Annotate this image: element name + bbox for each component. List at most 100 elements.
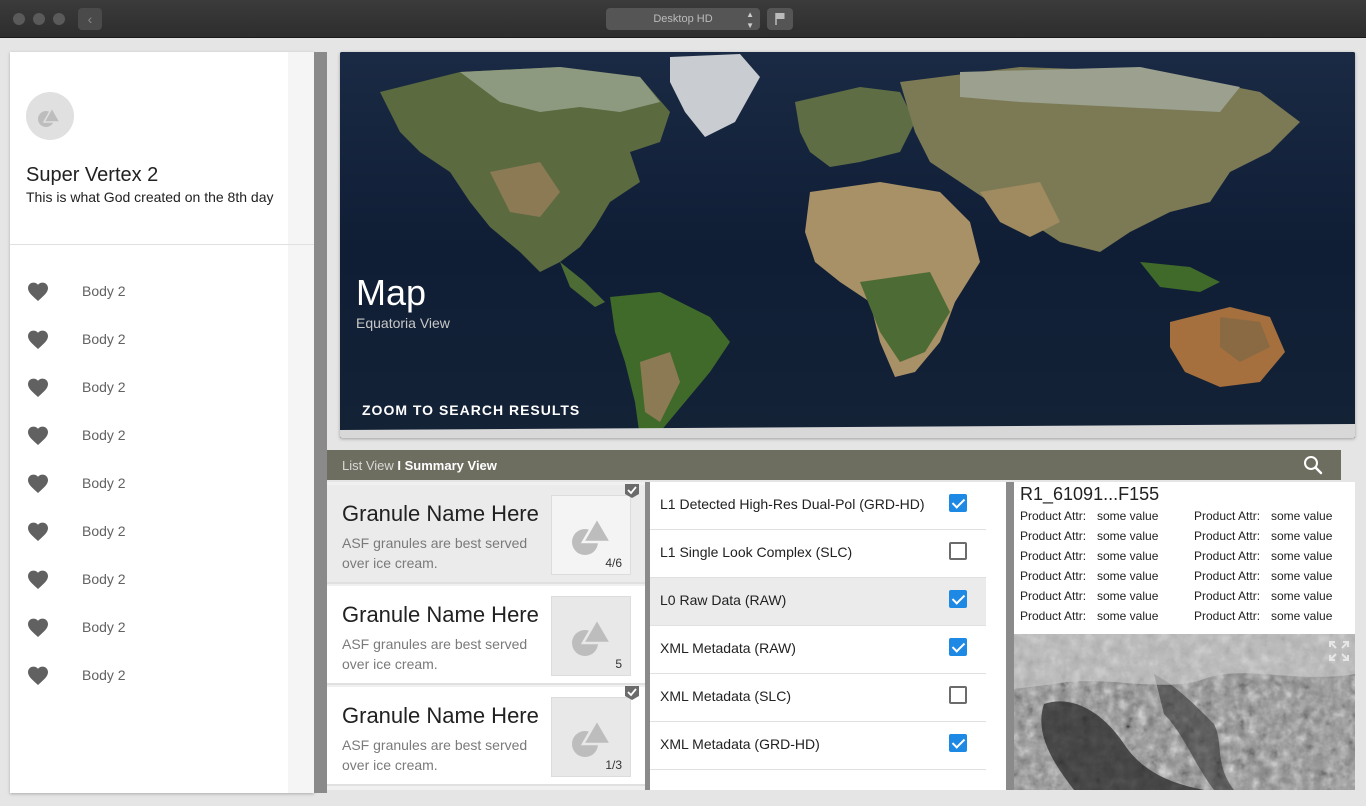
product-attr-value: some value	[1097, 589, 1159, 603]
product-checkbox[interactable]	[949, 638, 967, 656]
drawer-item-label: Body 2	[82, 523, 126, 539]
product-checkbox[interactable]	[949, 542, 967, 560]
product-attr-value: some value	[1097, 529, 1159, 543]
product-attr-name: Product Attr:	[1020, 569, 1087, 583]
product-row[interactable]: XML Metadata (SLC)	[650, 674, 986, 722]
product-row[interactable]: L1 Detected High-Res Dual-Pol (GRD-HD)	[650, 482, 986, 530]
avatar	[26, 92, 74, 140]
heart-icon	[28, 474, 48, 493]
search-icon[interactable]	[1303, 455, 1323, 475]
drawer-item[interactable]: Body 2	[10, 460, 288, 508]
minimize-window-button[interactable]	[33, 13, 45, 25]
product-attr-name: Product Attr:	[1194, 529, 1261, 543]
checked-badge-icon[interactable]	[624, 483, 640, 499]
granule-description: ASF granules are best served over ice cr…	[342, 636, 528, 672]
drawer-item[interactable]: Body 2	[10, 412, 288, 460]
heart-icon	[28, 426, 48, 445]
summary-view-link[interactable]: Summary View	[405, 458, 497, 473]
granule-card[interactable]: Granule Name Here ASF granules are best s…	[327, 685, 646, 786]
product-attr-value: some value	[1271, 549, 1333, 563]
back-button[interactable]: ‹	[78, 8, 102, 30]
sar-preview-image[interactable]	[1014, 634, 1355, 790]
granule-description: ASF granules are best served over ice cr…	[342, 535, 528, 571]
view-separator: I	[393, 458, 405, 473]
product-attr-name: Product Attr:	[1194, 549, 1261, 563]
close-window-button[interactable]	[13, 13, 25, 25]
product-checkbox[interactable]	[949, 734, 967, 752]
product-row[interactable]: XML Metadata (RAW)	[650, 626, 986, 674]
heart-icon	[28, 282, 48, 301]
drawer-title: Super Vertex 2	[26, 164, 159, 186]
checked-badge-icon[interactable]	[624, 685, 640, 701]
product-attr-name: Product Attr:	[1194, 569, 1261, 583]
product-attr-name: Product Attr:	[1020, 589, 1087, 603]
drawer-edge	[314, 52, 327, 793]
granule-description: ASF granules are best served over ice cr…	[342, 737, 528, 773]
product-attr-name: Product Attr:	[1020, 609, 1087, 623]
drawer-item[interactable]: Body 2	[10, 604, 288, 652]
drawer-item[interactable]: Body 2	[10, 364, 288, 412]
product-attr-name: Product Attr:	[1194, 589, 1261, 603]
drawer-item[interactable]: Body 2	[10, 556, 288, 604]
map-card[interactable]: Map Equatoria View ZOOM TO SEARCH RESULT…	[340, 52, 1355, 438]
product-label: XML Metadata (SLC)	[660, 688, 791, 704]
granule-file-count: 4/6	[605, 556, 622, 570]
heart-icon	[28, 618, 48, 637]
granule-thumbnail: 4/6	[551, 495, 631, 575]
granule-detail-panel: R1_61091...F155 Product Attr: some value P…	[1014, 482, 1355, 790]
shapes-placeholder-icon	[572, 717, 614, 757]
drawer-item-label: Body 2	[82, 619, 126, 635]
product-checkbox[interactable]	[949, 590, 967, 608]
product-row[interactable]: XML Metadata (GRD-HD)	[650, 722, 986, 770]
granule-card[interactable]: Granule Name Here ASF granules are best s…	[327, 586, 646, 685]
world-map-image[interactable]	[340, 52, 1355, 438]
heart-icon	[28, 522, 48, 541]
product-row[interactable]: L0 Raw Data (RAW)	[650, 578, 986, 626]
product-attr-value: some value	[1097, 509, 1159, 523]
fullscreen-icon[interactable]	[1328, 640, 1350, 662]
granule-name: Granule Name Here	[342, 602, 539, 627]
product-checkbox[interactable]	[949, 686, 967, 704]
drawer-item-label: Body 2	[82, 427, 126, 443]
zoom-to-search-results-button[interactable]: ZOOM TO SEARCH RESULTS	[362, 402, 580, 418]
drawer-item[interactable]: Body 2	[10, 652, 288, 700]
zoom-window-button[interactable]	[53, 13, 65, 25]
map-subtitle: Equatoria View	[356, 315, 450, 331]
drawer-item-label: Body 2	[82, 475, 126, 491]
granule-name: Granule Name Here	[342, 501, 539, 526]
product-label: L0 Raw Data (RAW)	[660, 592, 787, 608]
product-attr-name: Product Attr:	[1020, 509, 1087, 523]
drawer-item-label: Body 2	[82, 571, 126, 587]
device-select[interactable]: Desktop HD ▲ ▼	[606, 8, 760, 30]
product-attr-value: some value	[1271, 609, 1333, 623]
list-view-link[interactable]: List View	[342, 458, 394, 473]
drawer-item[interactable]: Body 2	[10, 316, 288, 364]
product-row[interactable]: L1 Single Look Complex (SLC)	[650, 530, 986, 578]
heart-icon	[28, 666, 48, 685]
granule-list: Granule Name Here ASF granules are best s…	[327, 482, 646, 790]
view-toggle: List View I Summary View	[342, 458, 497, 473]
window-titlebar: ‹ Desktop HD ▲ ▼	[0, 0, 1366, 38]
navigation-drawer: Super Vertex 2 This is what God created …	[10, 52, 314, 793]
product-attr-value: some value	[1097, 569, 1159, 583]
heart-icon	[28, 570, 48, 589]
granule-detail-title: R1_61091...F155	[1020, 484, 1160, 504]
shapes-placeholder-icon	[572, 515, 614, 555]
drawer-divider	[10, 244, 314, 245]
product-label: L1 Single Look Complex (SLC)	[660, 544, 853, 560]
drawer-item[interactable]: Body 2	[10, 508, 288, 556]
pane-divider[interactable]	[1006, 482, 1014, 790]
granule-file-count: 1/3	[605, 758, 622, 772]
granule-file-count: 5	[615, 657, 622, 671]
drawer-item-label: Body 2	[82, 331, 126, 347]
drawer-item-label: Body 2	[82, 379, 126, 395]
drawer-item[interactable]: Body 2	[10, 268, 288, 316]
granule-card[interactable]: Granule Name Here ASF granules are best s…	[327, 483, 646, 584]
updown-arrows-icon: ▲ ▼	[746, 10, 754, 30]
flag-button[interactable]	[767, 8, 793, 30]
drawer-scroll-track[interactable]	[288, 52, 314, 793]
map-title: Map	[356, 272, 427, 313]
shapes-placeholder-icon	[572, 616, 614, 656]
product-attr-value: some value	[1097, 609, 1159, 623]
product-checkbox[interactable]	[949, 494, 967, 512]
